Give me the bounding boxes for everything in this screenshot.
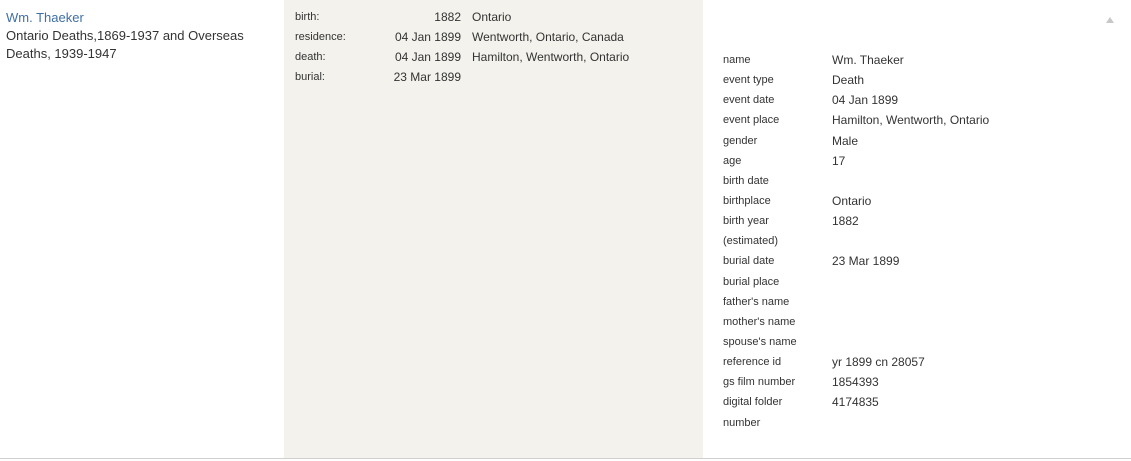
result-summary: Wm. Thaeker Ontario Deaths,1869-1937 and… xyxy=(6,9,276,63)
record-details-panel: name Wm. Thaeker event type Death event … xyxy=(703,0,1131,458)
detail-row: mother's name xyxy=(723,312,1103,332)
detail-row: birth year 1882 xyxy=(723,211,1103,231)
detail-value: 04 Jan 1899 xyxy=(832,93,899,108)
detail-value: Hamilton, Wentworth, Ontario xyxy=(832,113,990,128)
detail-value: 1882 xyxy=(832,214,859,229)
event-place: Ontario xyxy=(472,10,512,24)
detail-row: digital folder 4174835 xyxy=(723,392,1103,412)
detail-label: number xyxy=(723,416,761,429)
caret-up-icon[interactable] xyxy=(1104,12,1116,23)
detail-label: event date xyxy=(723,94,775,107)
detail-value: Death xyxy=(832,73,865,88)
event-label: residence: xyxy=(295,31,346,43)
event-row-burial: burial: 23 Mar 1899 xyxy=(284,68,703,88)
event-row-birth: birth: 1882 Ontario xyxy=(284,8,703,28)
event-label: birth: xyxy=(295,11,320,23)
detail-row: gs film number 1854393 xyxy=(723,372,1103,392)
detail-row: reference id yr 1899 cn 28057 xyxy=(723,352,1103,372)
detail-row: event place Hamilton, Wentworth, Ontario xyxy=(723,110,1103,130)
detail-table: name Wm. Thaeker event type Death event … xyxy=(723,50,1103,433)
detail-label: gs film number xyxy=(723,376,796,389)
event-label: burial: xyxy=(295,71,325,83)
detail-label: burial place xyxy=(723,275,780,288)
detail-label: birth year xyxy=(723,215,769,228)
detail-value: Male xyxy=(832,133,859,148)
detail-row: age 17 xyxy=(723,151,1103,171)
event-row-residence: residence: 04 Jan 1899 Wentworth, Ontari… xyxy=(284,28,703,48)
detail-value: Ontario xyxy=(832,193,872,208)
detail-label: mother's name xyxy=(723,315,796,328)
detail-row: spouse's name xyxy=(723,332,1103,352)
detail-label: reference id xyxy=(723,356,782,369)
event-date: 04 Jan 1899 xyxy=(394,30,461,44)
detail-row: burial place xyxy=(723,272,1103,292)
detail-row: father's name xyxy=(723,292,1103,312)
person-name-link[interactable]: Wm. Thaeker xyxy=(6,9,276,27)
detail-label: father's name xyxy=(723,295,790,308)
detail-value: 17 xyxy=(832,153,846,168)
detail-row: event date 04 Jan 1899 xyxy=(723,90,1103,110)
detail-label: gender xyxy=(723,134,758,147)
detail-label: name xyxy=(723,54,751,66)
detail-value: 4174835 xyxy=(832,395,879,410)
event-date: 1882 xyxy=(434,10,461,24)
detail-value: yr 1899 cn 28057 xyxy=(832,355,925,370)
detail-row: birth date xyxy=(723,171,1103,191)
detail-label: digital folder xyxy=(723,396,783,409)
events-panel: birth: 1882 Ontario residence: 04 Jan 18… xyxy=(284,0,703,458)
detail-label: birth date xyxy=(723,174,769,187)
detail-row: name Wm. Thaeker xyxy=(723,50,1103,70)
detail-label: (estimated) xyxy=(723,235,779,248)
event-label: death: xyxy=(295,51,326,63)
detail-value: Wm. Thaeker xyxy=(832,53,904,67)
detail-row: gender Male xyxy=(723,131,1103,151)
detail-row: event type Death xyxy=(723,70,1103,90)
detail-value: 1854393 xyxy=(832,375,879,390)
detail-row: (estimated) xyxy=(723,231,1103,251)
detail-value: 23 Mar 1899 xyxy=(832,254,900,269)
detail-row: birthplace Ontario xyxy=(723,191,1103,211)
event-date: 23 Mar 1899 xyxy=(393,70,461,84)
detail-row: number xyxy=(723,413,1103,433)
collection-name-line2: Deaths, 1939-1947 xyxy=(6,46,117,61)
detail-label: event type xyxy=(723,74,774,87)
detail-label: burial date xyxy=(723,255,775,268)
detail-label: event place xyxy=(723,114,780,127)
detail-label: spouse's name xyxy=(723,335,797,348)
detail-label: birthplace xyxy=(723,194,771,207)
collection-name-line1: Ontario Deaths,1869-1937 and Overseas xyxy=(6,28,244,43)
event-row-death: death: 04 Jan 1899 Hamilton, Wentworth, … xyxy=(284,48,703,68)
event-place: Wentworth, Ontario, Canada xyxy=(472,30,624,44)
detail-row: burial date 23 Mar 1899 xyxy=(723,251,1103,271)
detail-label: age xyxy=(723,154,742,167)
event-place: Hamilton, Wentworth, Ontario xyxy=(472,50,630,64)
event-date: 04 Jan 1899 xyxy=(394,50,461,64)
search-result-row: Wm. Thaeker Ontario Deaths,1869-1937 and… xyxy=(0,0,1131,459)
